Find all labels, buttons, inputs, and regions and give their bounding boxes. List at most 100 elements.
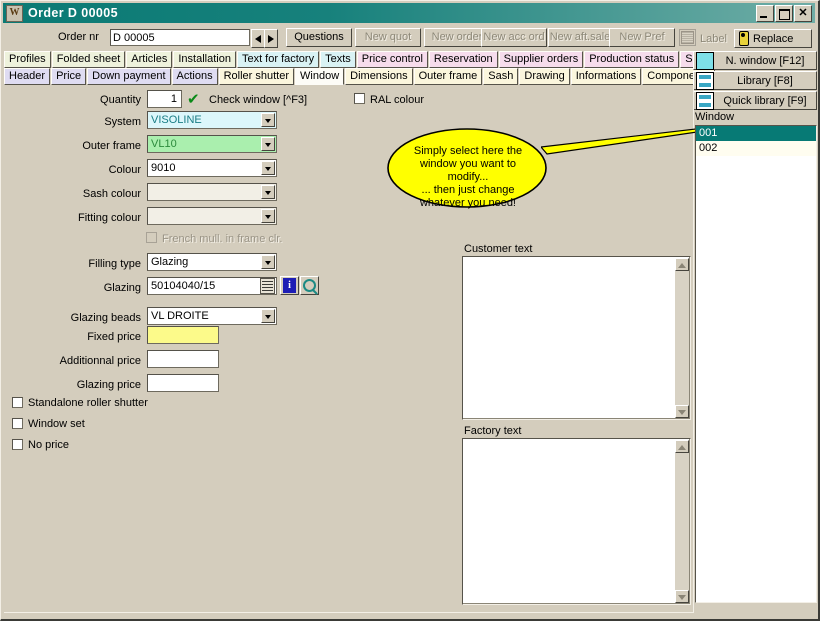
chevron-down-icon[interactable] [261, 161, 275, 175]
quick-library-button[interactable]: Quick library [F9] [693, 91, 817, 110]
window-title: Order D 00005 [28, 6, 118, 20]
colour-value: 9010 [151, 162, 176, 174]
standalone-roller-shutter-checkbox[interactable] [12, 397, 23, 408]
new-aft-sale-button[interactable]: New aft.sale [548, 28, 612, 47]
glazing-price-label: Glazing price [76, 379, 141, 391]
new-quot-button[interactable]: New quot [355, 28, 421, 47]
tab-articles[interactable]: Articles [126, 51, 173, 68]
tab-price-control[interactable]: Price control [356, 51, 428, 68]
filling-type-combo[interactable]: Glazing [147, 253, 277, 271]
tab-outer-frame[interactable]: Outer frame [413, 68, 483, 85]
window-list-item-002[interactable]: 002 [696, 141, 816, 156]
tab-installation[interactable]: Installation [173, 51, 236, 68]
fixed-price-input[interactable] [147, 326, 219, 344]
chevron-down-icon[interactable] [261, 185, 275, 199]
glazing-input[interactable]: 50104040/15 [147, 277, 277, 295]
colour-combo[interactable]: 9010 [147, 159, 277, 177]
scroll-up-icon[interactable] [675, 258, 689, 271]
glazing-beads-value: VL DROITE [151, 310, 209, 322]
new-window-button[interactable]: N. window [F12] [693, 51, 817, 70]
library-label: Library [F8] [737, 74, 793, 87]
title-bar: W Order D 00005 ✕ [3, 3, 815, 23]
order-nr-input[interactable]: D 00005 [110, 29, 250, 46]
customer-text-area[interactable] [462, 256, 691, 420]
callout-line-1: Simply select here the [413, 145, 523, 157]
ral-colour-label: RAL colour [370, 94, 425, 106]
window-list-item-001[interactable]: 001 [696, 126, 816, 141]
outer-frame-combo[interactable]: VL10 [147, 135, 277, 153]
system-combo[interactable]: VISOLINE [147, 111, 277, 129]
app-window-icon: W [6, 4, 23, 22]
chevron-down-icon[interactable] [261, 113, 275, 127]
glazing-price-input[interactable] [147, 374, 219, 392]
previous-order-button[interactable] [251, 29, 265, 48]
maximize-button[interactable] [775, 5, 793, 22]
callout-line-5: whatever you need! [419, 197, 516, 209]
tab-actions[interactable]: Actions [171, 68, 218, 85]
label-text: Label [700, 33, 727, 45]
glazing-beads-combo[interactable]: VL DROITE [147, 307, 277, 325]
order-nr-label: Order nr [58, 31, 99, 43]
window-list[interactable]: 001 002 [695, 125, 817, 603]
tab-supplier-orders[interactable]: Supplier orders [498, 51, 584, 68]
check-window-label: Check window [^F3] [209, 94, 308, 106]
chevron-down-icon[interactable] [261, 255, 275, 269]
chevron-down-icon[interactable] [261, 209, 275, 223]
tab-texts[interactable]: Texts [320, 51, 356, 68]
tab-informations[interactable]: Informations [570, 68, 642, 85]
tab-dimensions[interactable]: Dimensions [345, 68, 413, 85]
fitting-colour-label: Fitting colour [78, 212, 141, 224]
callout-balloon: Simply select here the window you want t… [386, 127, 549, 209]
scroll-down-icon[interactable] [675, 590, 689, 603]
tab-drawing[interactable]: Drawing [519, 68, 570, 85]
library-button[interactable]: Library [F8] [693, 71, 817, 90]
tab-profiles[interactable]: Profiles [4, 51, 51, 68]
quantity-valid-icon: ✔ [187, 91, 200, 108]
glazing-list-icon[interactable] [260, 278, 275, 294]
label-print-icon[interactable] [679, 29, 696, 46]
factory-text-area[interactable] [462, 438, 691, 605]
tab-sash[interactable]: Sash [483, 68, 519, 85]
tab-down-payment[interactable]: Down payment [87, 68, 171, 85]
ral-colour-checkbox[interactable] [354, 93, 365, 104]
additional-price-input[interactable] [147, 350, 219, 368]
callout-line-3: modify... [447, 171, 489, 183]
tab-price[interactable]: Price [51, 68, 87, 85]
sash-colour-combo[interactable] [147, 183, 277, 201]
replace-button[interactable]: Replace [734, 29, 812, 48]
tab-roller-shutter[interactable]: Roller shutter [218, 68, 295, 85]
customer-text-scrollbar[interactable] [675, 258, 689, 418]
questions-button[interactable]: Questions [286, 28, 352, 47]
fixed-price-label: Fixed price [87, 331, 141, 343]
new-acc-ord-button[interactable]: New acc ord [481, 28, 547, 47]
glazing-value: 50104040/15 [151, 280, 216, 292]
french-mullion-label: French mull. in frame clr. [162, 233, 283, 245]
chevron-down-icon[interactable] [261, 137, 275, 151]
window-set-checkbox[interactable] [12, 418, 23, 429]
new-pref-button[interactable]: New Pref [609, 28, 675, 47]
tab-header[interactable]: Header [4, 68, 51, 85]
chevron-down-icon[interactable] [261, 309, 275, 323]
tab-row-secondary: Header Price Down payment Actions Roller… [4, 68, 716, 85]
no-price-checkbox[interactable] [12, 439, 23, 450]
minimize-button[interactable] [756, 5, 774, 22]
glazing-search-button[interactable] [300, 276, 319, 295]
scroll-down-icon[interactable] [675, 405, 689, 418]
fitting-colour-combo[interactable] [147, 207, 277, 225]
next-order-button[interactable] [264, 29, 278, 48]
no-price-label: No price [28, 439, 69, 451]
tab-text-for-factory[interactable]: Text for factory [236, 51, 320, 68]
callout-line-2: window you want to [420, 158, 516, 170]
quick-library-icon [696, 91, 714, 110]
scroll-up-icon[interactable] [675, 440, 689, 453]
tab-window[interactable]: Window [295, 68, 345, 85]
additional-price-label: Additionnal price [59, 355, 141, 367]
glazing-info-button[interactable]: i [280, 276, 299, 295]
tab-reservation[interactable]: Reservation [428, 51, 498, 68]
quantity-input[interactable]: 1 [147, 90, 182, 108]
factory-text-scrollbar[interactable] [675, 440, 689, 603]
tab-production-status[interactable]: Production status [584, 51, 680, 68]
info-icon: i [283, 278, 296, 293]
tab-folded-sheet[interactable]: Folded sheet [51, 51, 126, 68]
close-button[interactable]: ✕ [794, 5, 812, 22]
